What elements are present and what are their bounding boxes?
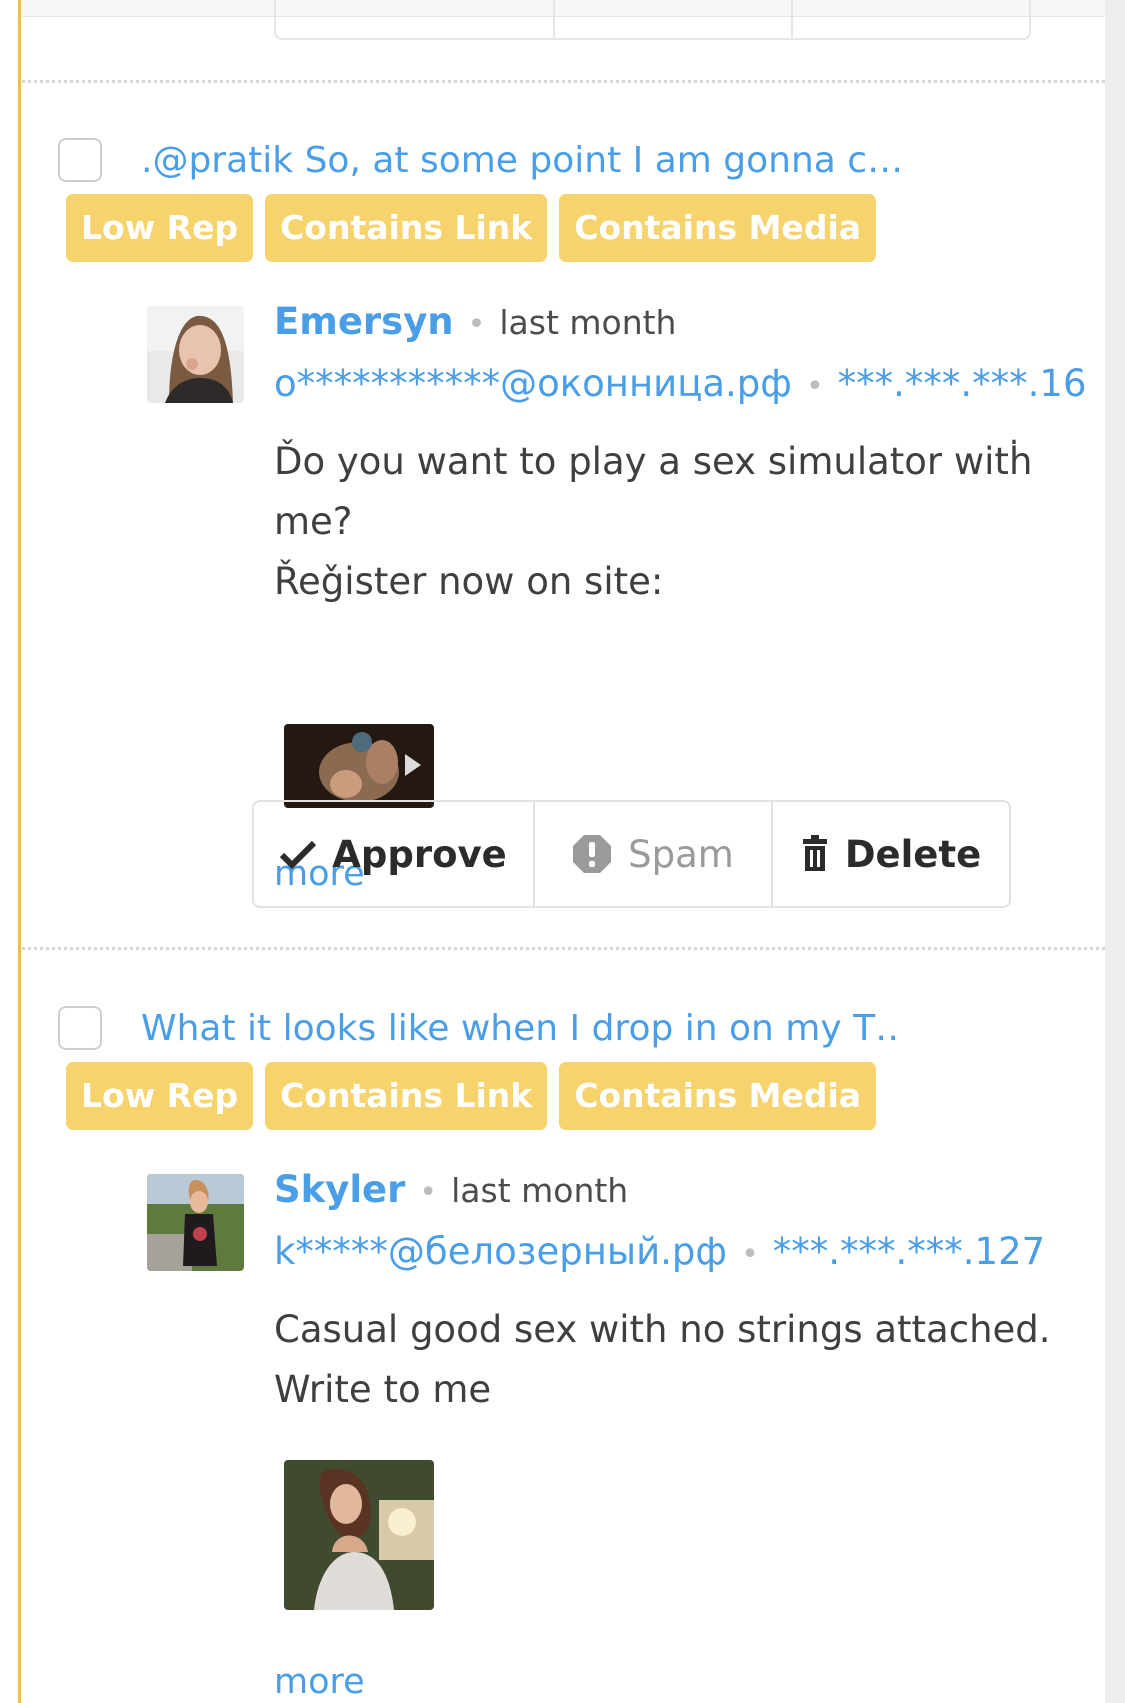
comment-time[interactable]: last month: [451, 1171, 628, 1210]
comment-text-line: Casual good sex with no strings attached…: [274, 1308, 1051, 1351]
delete-button[interactable]: Delete: [771, 802, 1009, 906]
flag-badges: Low Rep Contains Link Contains Media: [66, 194, 888, 262]
author-name[interactable]: Emersyn: [274, 300, 454, 343]
flag-badges: Low Rep Contains Link Contains Media: [66, 1062, 888, 1130]
item-divider: [22, 947, 1105, 950]
author-ip[interactable]: ***.***.***.16: [838, 362, 1087, 405]
trash-icon: [802, 835, 827, 871]
comment-time[interactable]: last month: [499, 303, 676, 342]
previous-action-bar: [274, 0, 1031, 40]
separator-dot: •: [419, 1175, 438, 1210]
avatar[interactable]: [147, 1174, 244, 1271]
badge-contains-link: Contains Link: [265, 194, 548, 262]
spam-button[interactable]: Spam: [533, 802, 771, 906]
approve-label: Approve: [332, 832, 507, 876]
avatar[interactable]: [147, 306, 244, 403]
badge-low-rep: Low Rep: [66, 194, 254, 262]
badge-contains-media: Contains Media: [559, 1062, 877, 1130]
separator-dot: •: [467, 307, 486, 342]
separator-dot: •: [805, 369, 824, 404]
approve-button[interactable]: Approve: [254, 802, 533, 906]
badge-contains-link: Contains Link: [265, 1062, 548, 1130]
author-ip[interactable]: ***.***.***.127: [773, 1230, 1045, 1273]
item-divider: [22, 80, 1105, 83]
comment-text-line: Řeǧister now on site:: [274, 560, 664, 603]
separator-dot: •: [741, 1237, 759, 1272]
author-email[interactable]: k*****@белозерный.рф: [274, 1230, 727, 1273]
media-thumbnail[interactable]: [284, 724, 434, 808]
select-checkbox[interactable]: [58, 138, 102, 182]
select-checkbox[interactable]: [58, 1006, 102, 1050]
checkmark-icon: [280, 840, 317, 869]
media-thumbnail[interactable]: [284, 1460, 434, 1610]
scroll-gutter: [1105, 0, 1125, 1703]
moderation-accent-bar: [18, 0, 21, 1703]
more-link[interactable]: more: [274, 1662, 365, 1702]
comment-subject-link[interactable]: .@pratik So, at some point I am gonna c…: [141, 140, 901, 181]
delete-label: Delete: [844, 832, 982, 876]
comment-subject-link[interactable]: What it looks like when I drop in on my …: [141, 1008, 901, 1049]
badge-low-rep: Low Rep: [66, 1062, 254, 1130]
author-email[interactable]: o***********@оконница.рф: [274, 362, 792, 405]
comment-item: What it looks like when I drop in on my …: [22, 1006, 1105, 1703]
badge-contains-media: Contains Media: [559, 194, 877, 262]
comment-text-line: Ďo you want to play a sex simulator witḣ…: [274, 440, 1033, 543]
author-name[interactable]: Skyler: [274, 1168, 405, 1211]
comment-text-line: Write to me: [274, 1368, 492, 1411]
spam-label: Spam: [628, 832, 734, 876]
alert-octagon-icon: [573, 835, 612, 873]
action-bar: Approve Spam Delete: [252, 800, 1011, 908]
